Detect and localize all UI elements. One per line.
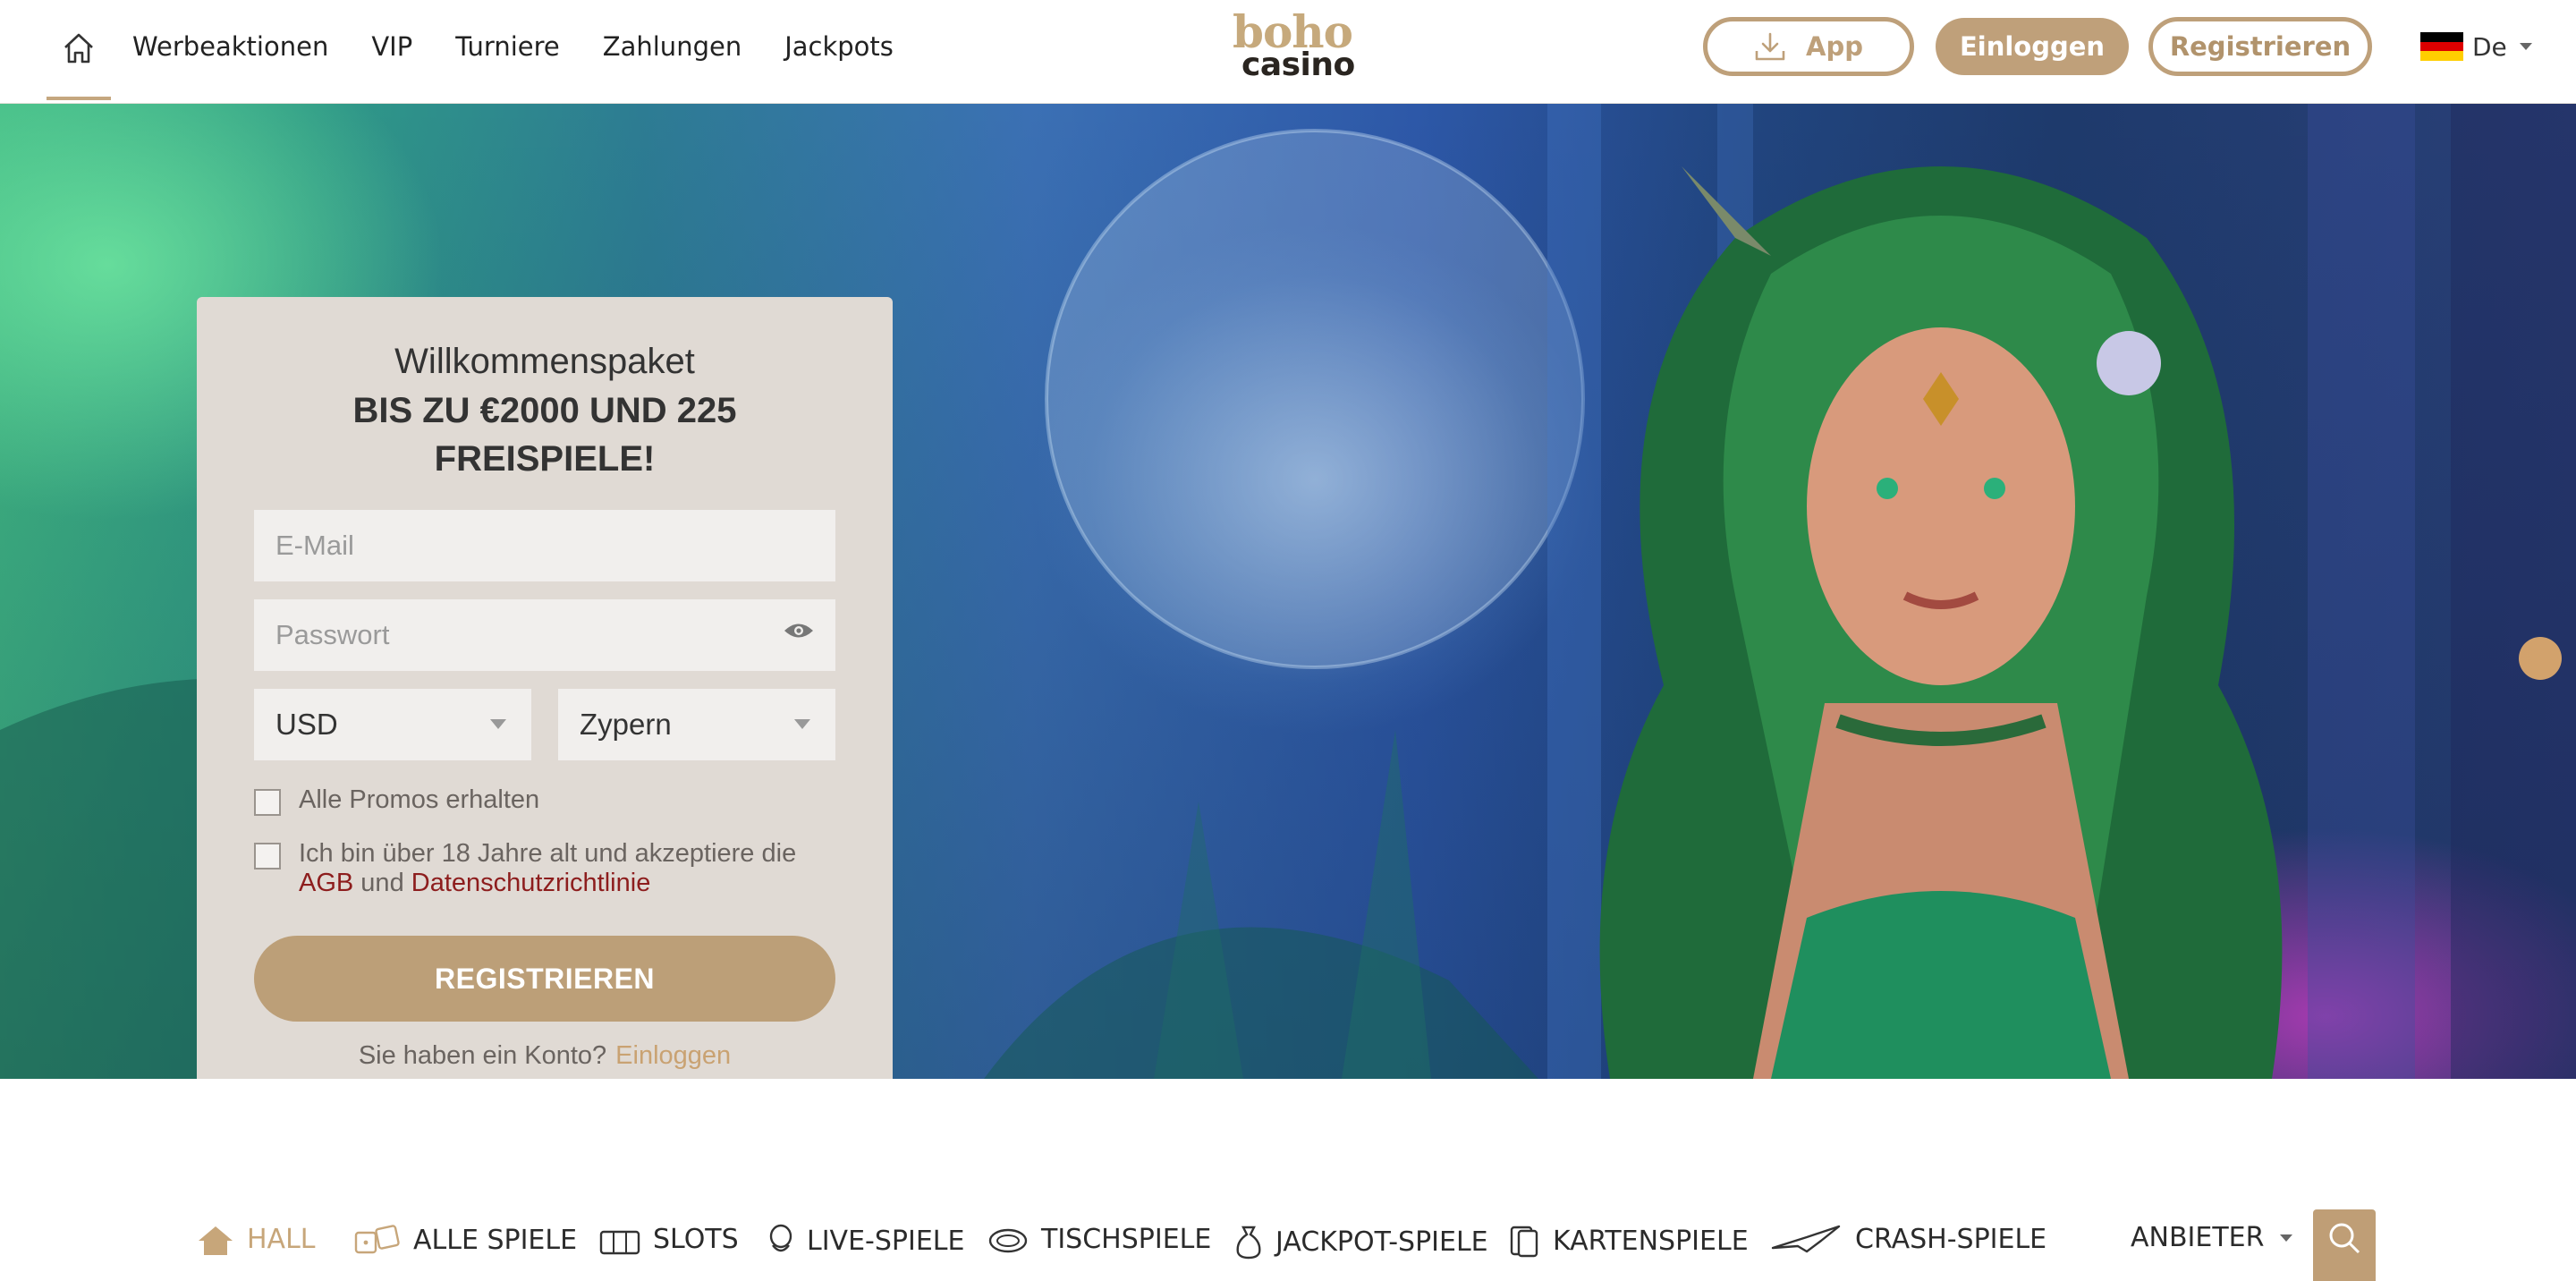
nav-werbeaktionen[interactable]: Werbeaktionen — [132, 31, 328, 62]
currency-select[interactable]: USD — [254, 689, 531, 760]
category-all-games-label: ALLE SPIELE — [413, 1224, 578, 1256]
providers-label: ANBIETER — [2131, 1222, 2265, 1253]
email-field[interactable] — [254, 510, 835, 581]
providers-dropdown[interactable]: ANBIETER — [2131, 1222, 2293, 1253]
category-slots-label: SLOTS — [653, 1224, 739, 1255]
hero-banner: Willkommenspaket BIS ZU €2000 UND 225 FR… — [0, 104, 2576, 1079]
promos-label: Alle Promos erhalten — [299, 785, 540, 814]
country-value: Zypern — [580, 708, 672, 741]
download-icon — [1755, 32, 1785, 61]
top-header: Werbeaktionen VIP Turniere Zahlungen Jac… — [0, 0, 2576, 104]
category-jackpot-games-label: JACKPOT-SPIELE — [1275, 1226, 1488, 1258]
dealer-icon — [769, 1224, 792, 1252]
search-icon — [2329, 1223, 2360, 1254]
category-hall-label: HALL — [247, 1224, 316, 1255]
app-button-label: App — [1806, 31, 1863, 62]
slot-machine-icon — [599, 1230, 640, 1254]
category-card-games[interactable]: KARTENSPIELE — [1508, 1224, 1749, 1258]
app-download-button[interactable]: App — [1703, 17, 1914, 76]
nav-vip[interactable]: VIP — [371, 31, 412, 62]
category-live-games[interactable]: LIVE-SPIELE — [767, 1224, 964, 1258]
home-icon — [64, 33, 93, 64]
nav-jackpots[interactable]: Jackpots — [784, 31, 894, 62]
chevron-down-icon — [794, 719, 810, 729]
airplane-icon — [1771, 1225, 1841, 1252]
nav-zahlungen[interactable]: Zahlungen — [603, 31, 741, 62]
category-table-games[interactable]: TISCHSPIELE — [987, 1224, 1211, 1255]
chevron-down-icon — [2519, 43, 2532, 50]
home-button[interactable] — [47, 0, 111, 100]
green-haired-elf-illustration — [1599, 157, 2283, 1079]
language-label: De — [2472, 31, 2507, 62]
language-selector[interactable]: De — [2420, 27, 2532, 66]
category-crash-games-label: CRASH-SPIELE — [1855, 1224, 2047, 1255]
category-table-games-label: TISCHSPIELE — [1041, 1224, 1212, 1255]
category-hall[interactable]: HALL — [197, 1224, 316, 1255]
table-icon — [988, 1228, 1028, 1252]
german-flag-icon — [2420, 32, 2463, 62]
house-icon — [199, 1226, 233, 1255]
country-select[interactable]: Zypern — [558, 689, 835, 760]
terms-and: und — [353, 869, 411, 897]
category-jackpot-games[interactable]: JACKPOT-SPIELE — [1234, 1224, 1488, 1260]
card-login-link[interactable]: Einloggen — [615, 1041, 731, 1070]
have-account-text: Sie haben ein Konto? — [358, 1041, 607, 1070]
chevron-down-icon — [490, 719, 506, 729]
playing-cards-icon — [1510, 1226, 1538, 1258]
login-button[interactable]: Einloggen — [1936, 18, 2129, 75]
register-button[interactable]: Registrieren — [2148, 17, 2372, 76]
category-live-games-label: LIVE-SPIELE — [807, 1225, 965, 1257]
terms-checkbox[interactable] — [254, 843, 281, 870]
chevron-down-icon — [2280, 1234, 2293, 1242]
show-password-eye-icon[interactable] — [784, 621, 814, 640]
game-search-button[interactable] — [2313, 1209, 2376, 1281]
register-submit-button[interactable]: REGISTRIEREN — [254, 936, 835, 1022]
category-all-games[interactable]: ALLE SPIELE — [354, 1224, 577, 1256]
dice-icon — [354, 1225, 400, 1254]
category-crash-games[interactable]: CRASH-SPIELE — [1771, 1224, 2046, 1255]
terms-checkbox-row: Ich bin über 18 Jahre alt und akzeptiere… — [254, 839, 835, 898]
promos-checkbox-row: Alle Promos erhalten — [254, 785, 539, 816]
terms-label: Ich bin über 18 Jahre alt und akzeptiere… — [299, 839, 835, 898]
main-nav: Werbeaktionen VIP Turniere Zahlungen Jac… — [132, 0, 894, 93]
password-field[interactable] — [254, 599, 835, 671]
category-slots[interactable]: SLOTS — [599, 1224, 739, 1255]
logo-casino: casino — [1241, 47, 1355, 83]
terms-prefix: Ich bin über 18 Jahre alt und akzeptiere… — [299, 839, 797, 868]
privacy-policy-link[interactable]: Datenschutzrichtlinie — [411, 869, 651, 897]
card-title: Willkommenspaket — [394, 342, 695, 381]
nav-turniere[interactable]: Turniere — [455, 31, 560, 62]
login-prompt: Sie haben ein Konto? Einloggen — [197, 1041, 893, 1071]
money-bag-icon — [1236, 1226, 1261, 1260]
currency-value: USD — [275, 708, 338, 741]
game-category-bar: HALL ALLE SPIELE SLOTS LIVE-SPIELE TISCH… — [197, 1204, 2379, 1281]
category-card-games-label: KARTENSPIELE — [1553, 1225, 1749, 1257]
registration-card: Willkommenspaket BIS ZU €2000 UND 225 FR… — [197, 297, 893, 1079]
agb-link[interactable]: AGB — [299, 869, 353, 897]
promos-checkbox[interactable] — [254, 789, 281, 816]
welcome-bonus-text: BIS ZU €2000 UND 225 FREISPIELE! — [352, 391, 737, 479]
boho-casino-logo[interactable]: boho casino — [1229, 5, 1355, 88]
